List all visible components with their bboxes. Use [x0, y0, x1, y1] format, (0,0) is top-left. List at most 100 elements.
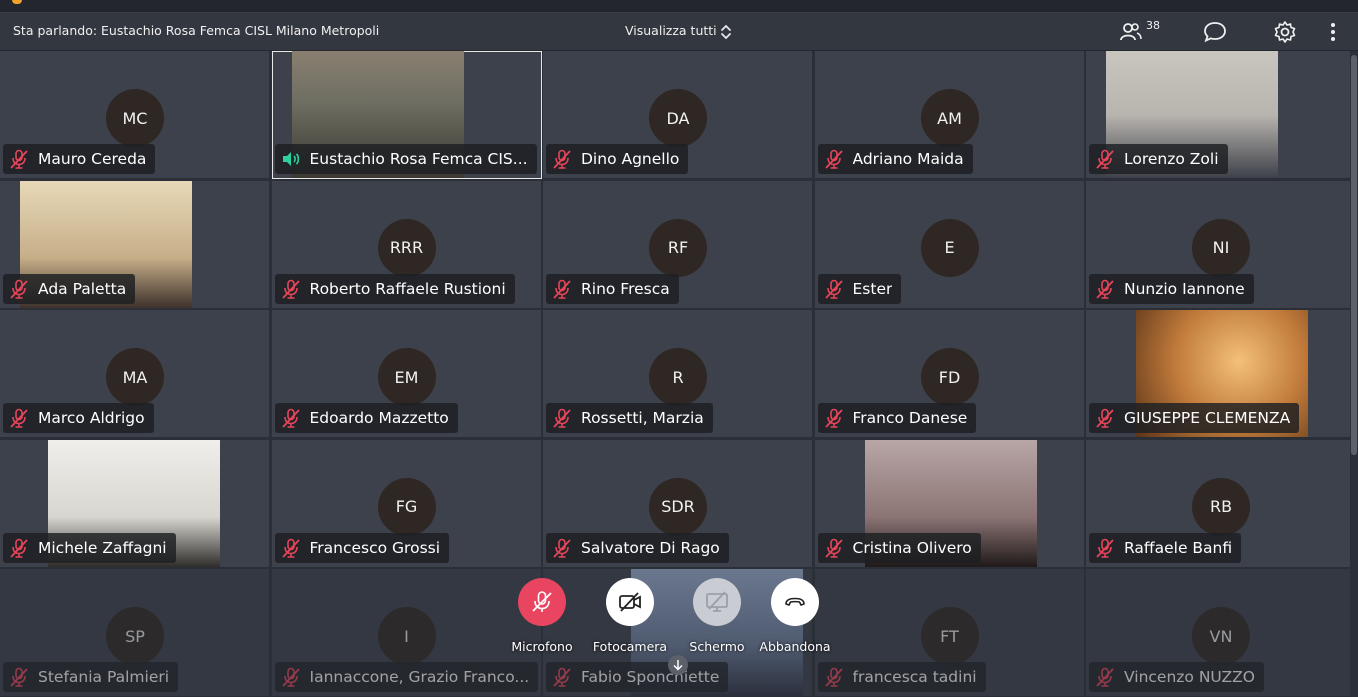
mic-muted-icon [553, 408, 571, 428]
participant-name-label: Roberto Raffaele Rustioni [274, 273, 515, 304]
participant-name-label: Edoardo Mazzetto [274, 403, 458, 433]
microphone-control[interactable]: Microfono [497, 578, 587, 654]
participant-name: francesca tadini [852, 668, 977, 686]
participant-tile[interactable]: GIUSEPPE CLEMENZA [1086, 310, 1356, 438]
participant-name-label: Cristina Olivero [817, 532, 981, 563]
camera-off-icon [619, 592, 641, 612]
mic-muted-icon [281, 408, 300, 428]
participant-name-label: Marco Aldrigo [3, 403, 154, 433]
participant-name: Raffaele Banfi [1124, 538, 1233, 557]
participant-tile[interactable]: RF Rino Fresca [543, 180, 813, 309]
participant-name-label: Nunzio Iannone [1089, 273, 1254, 304]
microphone-button[interactable] [518, 578, 566, 626]
participant-avatar: MC [106, 89, 164, 147]
participant-tile[interactable]: Eustachio Rosa Femca CIS... [271, 51, 542, 179]
participant-tile[interactable]: SP Stefania Palmieri [0, 569, 270, 697]
participant-avatar: FD [920, 348, 979, 406]
participant-tile[interactable]: R Rossetti, Marzia [543, 310, 813, 438]
participant-name: Salvatore Di Rago [581, 538, 720, 557]
view-all-button[interactable]: Visualizza tutti [625, 23, 717, 38]
camera-button[interactable] [606, 578, 654, 626]
mic-muted-icon [10, 279, 28, 299]
participant-tile[interactable]: VN Vincenzo NUZZO [1086, 569, 1356, 697]
participant-tile[interactable]: AM Adriano Maida [814, 51, 1085, 179]
mic-muted-icon [10, 538, 28, 558]
participant-name: Rossetti, Marzia [581, 409, 704, 427]
participant-avatar: MA [106, 348, 164, 406]
camera-label: Fotocamera [592, 639, 668, 654]
mic-muted-icon [1096, 667, 1114, 687]
participant-name-label: Mauro Cereda [3, 144, 156, 174]
mic-muted-icon [553, 149, 571, 169]
participant-name: Edoardo Mazzetto [309, 409, 449, 427]
participant-tile[interactable]: Michele Zaffagni [0, 439, 270, 568]
mic-muted-icon [281, 667, 300, 687]
participant-tile[interactable]: Ada Paletta [0, 180, 270, 309]
chevron-up-down-icon[interactable] [719, 22, 733, 42]
camera-control[interactable]: Fotocamera [585, 578, 675, 654]
mic-muted-icon [1096, 408, 1114, 428]
participant-tile[interactable]: NI Nunzio Iannone [1086, 180, 1356, 309]
participant-avatar: FT [920, 607, 979, 665]
participant-name: Francesco Grossi [309, 538, 441, 557]
more-vertical-icon[interactable] [1320, 19, 1346, 45]
participant-tile[interactable]: FT francesca tadini [814, 569, 1085, 697]
participant-avatar: R [649, 348, 707, 406]
leave-button[interactable] [771, 578, 819, 626]
participant-name: Adriano Maida [852, 150, 964, 168]
scrollbar-thumb[interactable] [1351, 55, 1357, 455]
participant-name-label: Salvatore Di Rago [546, 532, 729, 563]
screen-control[interactable]: Schermo [672, 578, 762, 654]
screen-share-button[interactable] [693, 578, 741, 626]
participant-name-label: Dino Agnello [546, 144, 689, 174]
scrollbar[interactable] [1350, 51, 1358, 697]
mic-muted-icon [1096, 149, 1114, 169]
mic-muted-icon [10, 149, 28, 169]
mic-muted-icon [824, 538, 843, 558]
participant-name: Iannaccone, Grazio Franco... [309, 668, 530, 686]
participant-tile[interactable]: EM Edoardo Mazzetto [271, 310, 542, 438]
participant-name: Rino Fresca [581, 279, 670, 298]
arrow-down-icon [673, 660, 683, 671]
leave-label: Abbandona [759, 639, 831, 654]
mic-muted-icon [10, 667, 28, 687]
leave-control[interactable]: Abbandona [750, 578, 840, 654]
participant-tile[interactable]: DA Dino Agnello [543, 51, 813, 179]
participants-icon[interactable] [1118, 19, 1144, 45]
participant-avatar: SDR [649, 477, 707, 536]
settings-icon[interactable] [1272, 19, 1298, 45]
mic-muted-icon [824, 667, 843, 687]
participant-tile[interactable]: FG Francesco Grossi [271, 439, 542, 568]
participant-name: Ada Paletta [38, 279, 127, 298]
mic-off-icon [532, 591, 552, 612]
participant-tile[interactable]: RRR Roberto Raffaele Rustioni [271, 180, 542, 309]
participant-avatar: SP [106, 607, 164, 665]
participant-name-label: Ester [817, 273, 902, 304]
participant-tile[interactable]: E Ester [814, 180, 1085, 309]
scroll-down-button[interactable] [668, 655, 688, 675]
participant-count: 38 [1146, 19, 1160, 32]
participant-name-label: Eustachio Rosa Femca CIS... [274, 144, 537, 174]
participant-tile[interactable]: MC Mauro Cereda [0, 51, 270, 179]
participant-name-label: francesca tadini [817, 662, 986, 692]
participant-tile[interactable]: SDR Salvatore Di Rago [543, 439, 813, 568]
app-indicator [12, 0, 22, 4]
participant-name-label: Iannaccone, Grazio Franco... [274, 662, 539, 692]
participant-name: Dino Agnello [581, 150, 680, 168]
participant-name-label: GIUSEPPE CLEMENZA [1089, 403, 1300, 433]
participant-avatar: RF [649, 218, 707, 277]
participant-tile[interactable]: FD Franco Danese [814, 310, 1085, 438]
mic-muted-icon [1096, 279, 1114, 299]
participant-tile[interactable]: Cristina Olivero [814, 439, 1085, 568]
participant-name-label: Adriano Maida [817, 144, 973, 174]
participant-name: Ester [852, 279, 893, 298]
mic-muted-icon [553, 279, 571, 299]
mic-muted-icon [824, 149, 843, 169]
participant-tile[interactable]: MA Marco Aldrigo [0, 310, 270, 438]
active-speaker-label: Sta parlando: Eustachio Rosa Femca CISL … [13, 23, 380, 38]
participant-tile[interactable]: RB Raffaele Banfi [1086, 439, 1356, 568]
participant-tile[interactable]: Lorenzo Zoli [1086, 51, 1356, 179]
meeting-toolbar: Sta parlando: Eustachio Rosa Femca CISL … [0, 13, 1358, 51]
mic-muted-icon [281, 538, 300, 558]
chat-icon[interactable] [1202, 19, 1228, 45]
